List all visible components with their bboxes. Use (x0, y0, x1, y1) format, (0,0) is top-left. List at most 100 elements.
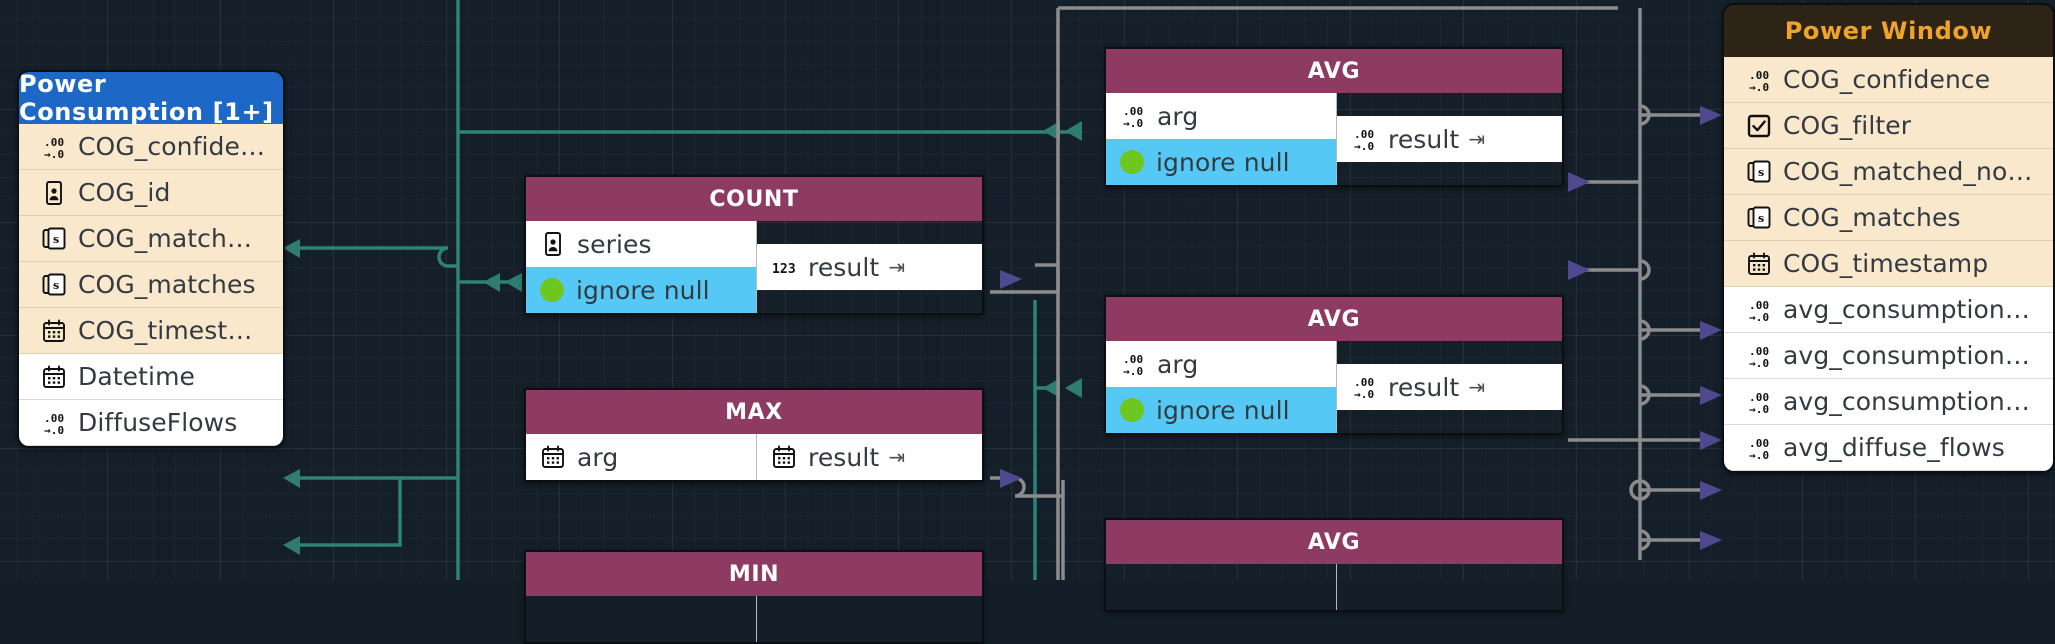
power-window-row[interactable]: s COG_matches (1724, 195, 2053, 241)
max-output-label: result (808, 442, 880, 472)
node-avg-2[interactable]: AVG .00 →.0 arg ignore null .00 →.0 result ⇥ (1104, 295, 1564, 435)
float-icon: .00 →.0 (41, 410, 67, 436)
power-window-row-label: avg_consumption_zo... (1783, 387, 2037, 416)
svg-text:→.0: →.0 (1123, 365, 1143, 377)
output-port-arrow-icon[interactable]: ⇥ (1468, 375, 1485, 399)
svg-text:→.0: →.0 (1354, 140, 1374, 152)
power-window-row[interactable]: .00→.0 avg_consumption_zo... (1724, 287, 2053, 333)
power-window-row[interactable]: .00 →.0 COG_confidence (1724, 57, 2053, 103)
avg-1-output-row[interactable]: .00 →.0 result ⇥ (1337, 116, 1562, 162)
count-input-row[interactable]: series (526, 221, 756, 267)
node-power-window-rows: .00 →.0 COG_confidence COG_filter s COG_match… (1724, 57, 2053, 471)
node-min-body (526, 596, 982, 642)
svg-text:→.0: →.0 (1749, 81, 1769, 93)
svg-text:→.0: →.0 (44, 148, 64, 160)
power-consumption-row[interactable]: s COG_matches (19, 262, 283, 308)
svg-text:→.0: →.0 (44, 424, 64, 436)
avg-2-input-row[interactable]: ignore null (1106, 387, 1336, 433)
string-list-icon: s (1746, 159, 1772, 185)
node-avg-3-outputs (1337, 564, 1562, 610)
float-icon: .00 →.0 (1351, 126, 1377, 152)
power-window-row[interactable]: s COG_matched_nodes (1724, 149, 2053, 195)
power-consumption-row-label: COG_id (78, 178, 171, 207)
power-consumption-row[interactable]: s COG_matched_nodes (19, 216, 283, 262)
svg-text:→.0: →.0 (1749, 449, 1769, 461)
output-port-arrow-icon[interactable]: ⇥ (888, 445, 905, 469)
power-consumption-row[interactable]: COG_timestamp (19, 308, 283, 354)
node-max-title: MAX (526, 390, 982, 434)
max-input-label: arg (577, 442, 619, 472)
node-avg-1-body: .00 →.0 arg ignore null .00 →.0 result ⇥ (1106, 93, 1562, 185)
node-count-inputs: series ignore null (526, 221, 757, 313)
power-window-row-label: COG_confidence (1783, 65, 1991, 94)
node-min[interactable]: MIN (524, 550, 984, 644)
svg-text:123: 123 (772, 262, 796, 277)
count-output-row[interactable]: 123 result ⇥ (757, 244, 982, 290)
node-max-body: arg result ⇥ (526, 434, 982, 480)
node-avg-3-inputs (1106, 564, 1337, 610)
power-window-row-label: avg_consumption_zo... (1783, 341, 2037, 370)
node-min-inputs (526, 596, 757, 642)
avg-1-input-row[interactable]: .00 →.0 arg (1106, 93, 1336, 139)
node-power-consumption-rows: .00→.0 COG_confidence COG_ids COG_matched_n… (19, 124, 283, 446)
float-icon: .00 →.0 (1746, 343, 1772, 369)
power-window-row[interactable]: COG_filter (1724, 103, 2053, 149)
power-window-row-label: avg_diffuse_flows (1783, 433, 2005, 462)
node-count[interactable]: COUNT series ignore null 123 result ⇥ (524, 175, 984, 315)
svg-text:s: s (53, 233, 59, 246)
float-icon: .00 →.0 (1351, 374, 1377, 400)
power-window-row-label: COG_filter (1783, 111, 1912, 140)
string-list-icon: s (1746, 205, 1772, 231)
svg-text:→.0: →.0 (1123, 117, 1143, 129)
power-consumption-row[interactable]: COG_id (19, 170, 283, 216)
calendar-icon (41, 364, 67, 390)
float-icon: .00 →.0 (41, 134, 67, 160)
power-consumption-row-label: DiffuseFlows (78, 408, 238, 437)
power-consumption-row-label: COG_matches (78, 270, 256, 299)
node-count-title: COUNT (526, 177, 982, 221)
max-output-row[interactable]: result ⇥ (757, 434, 982, 480)
power-window-row[interactable]: .00 →.0 avg_diffuse_flows (1724, 425, 2053, 471)
id-card-icon (540, 231, 566, 257)
calendar-icon (1746, 251, 1772, 277)
power-consumption-row-label: COG_matched_nodes (78, 224, 267, 253)
svg-text:→.0: →.0 (1749, 357, 1769, 369)
power-window-row-label: COG_matches (1783, 203, 1961, 232)
output-port-arrow-icon[interactable]: ⇥ (888, 255, 905, 279)
node-avg-3[interactable]: AVG (1104, 518, 1564, 612)
node-avg-1-title: AVG (1106, 49, 1562, 93)
node-power-consumption[interactable]: Power Consumption [1+] .00 →.0 COG_confide… (17, 70, 285, 448)
power-consumption-row[interactable]: .00 →.0 COG_confidence (19, 124, 283, 170)
node-avg-3-body (1106, 564, 1562, 610)
count-input-row[interactable]: ignore null (526, 267, 756, 313)
float-icon: .00 →.0 (1120, 351, 1146, 377)
node-power-window[interactable]: Power Window .00 →.0 COG_confidence COG_fil… (1722, 3, 2055, 473)
node-count-body: series ignore null 123 result ⇥ (526, 221, 982, 313)
power-consumption-row[interactable]: Datetime (19, 354, 283, 400)
node-max[interactable]: MAX arg result ⇥ (524, 388, 984, 482)
avg-2-output-row[interactable]: .00 →.0 result ⇥ (1337, 364, 1562, 410)
node-power-window-title: Power Window (1724, 5, 2053, 57)
output-port-arrow-icon[interactable]: ⇥ (1468, 127, 1485, 151)
count-output-label: result (808, 252, 880, 282)
power-consumption-row-label: COG_confidence (78, 132, 267, 161)
avg-2-output-label: result (1388, 372, 1460, 402)
avg-1-input-row[interactable]: ignore null (1106, 139, 1336, 185)
node-avg-1[interactable]: AVG .00 →.0 arg ignore null .00 →.0 result ⇥ (1104, 47, 1564, 187)
power-window-row[interactable]: .00→.0 avg_consumption_zo... (1724, 333, 2053, 379)
power-window-row[interactable]: COG_timestamp (1724, 241, 2053, 287)
max-input-row[interactable]: arg (526, 434, 756, 480)
float-icon: .00 →.0 (1746, 67, 1772, 93)
power-consumption-row[interactable]: .00 →.0 DiffuseFlows (19, 400, 283, 446)
node-avg-2-inputs: .00 →.0 arg ignore null (1106, 341, 1337, 433)
node-avg-2-outputs: .00 →.0 result ⇥ (1337, 341, 1562, 433)
power-consumption-row-label: COG_timestamp (78, 316, 267, 345)
avg-2-input-label: arg (1157, 349, 1199, 379)
id-card-icon (41, 180, 67, 206)
node-min-title: MIN (526, 552, 982, 596)
avg-2-input-row[interactable]: .00 →.0 arg (1106, 341, 1336, 387)
node-max-inputs: arg (526, 434, 757, 480)
power-window-row[interactable]: .00→.0 avg_consumption_zo... (1724, 379, 2053, 425)
float-icon: .00 →.0 (1746, 435, 1772, 461)
string-list-icon: s (41, 226, 67, 252)
